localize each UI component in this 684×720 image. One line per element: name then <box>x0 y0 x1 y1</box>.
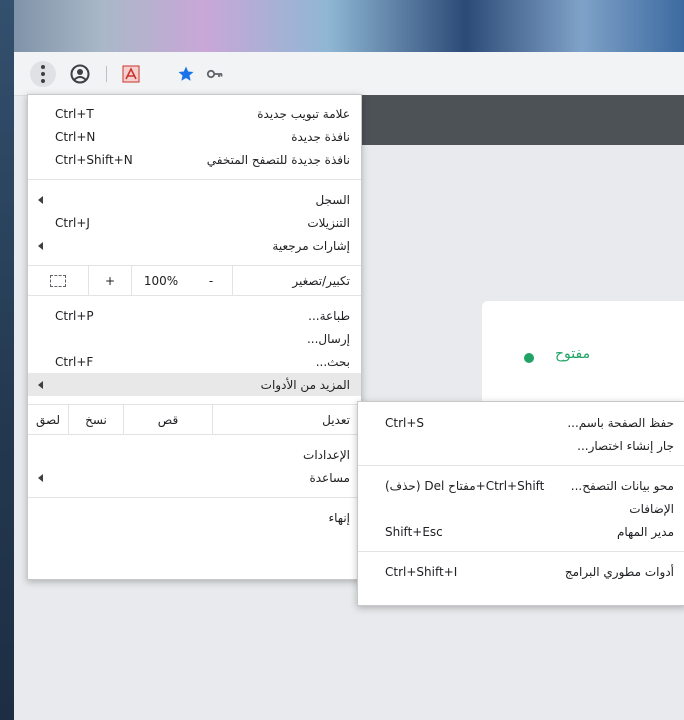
menu-item-create-shortcut[interactable]: جار إنشاء اختصار... <box>358 434 684 457</box>
menu-divider <box>28 295 361 296</box>
fullscreen-button[interactable] <box>28 266 89 295</box>
menu-divider <box>28 434 361 435</box>
menu-label: مدير المهام <box>616 524 674 539</box>
menu-label: الإعدادات <box>303 447 350 462</box>
bookmark-star-icon[interactable] <box>173 61 199 87</box>
menu-divider <box>28 179 361 180</box>
menu-item-cast[interactable]: إرسال... <box>28 327 361 350</box>
menu-divider <box>358 551 684 552</box>
shortcut: Ctrl+T <box>55 106 94 121</box>
menu-label: المزيد من الأدوات <box>260 377 350 392</box>
menu-label: إنهاء <box>328 510 350 525</box>
vertical-dots-icon[interactable] <box>30 61 56 87</box>
desktop-edge <box>0 0 14 720</box>
menu-item-exit[interactable]: إنهاء <box>28 506 361 529</box>
shortcut: Ctrl+Shift+N <box>55 152 133 167</box>
acrobat-pdf-icon[interactable] <box>118 61 144 87</box>
zoom-out-button[interactable]: - <box>190 266 233 295</box>
menu-item-new-tab[interactable]: Ctrl+T علامة تبويب جديدة <box>28 102 361 125</box>
menu-label: أدوات مطوري البرامج <box>564 564 674 579</box>
menu-label: إرسال... <box>306 331 350 346</box>
menu-item-print[interactable]: Ctrl+P طباعة... <box>28 304 361 327</box>
desktop-background <box>0 0 684 52</box>
menu-item-help[interactable]: مساعدة <box>28 466 361 489</box>
menu-item-more-tools[interactable]: المزيد من الأدوات <box>28 373 361 396</box>
status-label: مفتوح <box>555 346 591 362</box>
toolbar-divider <box>106 66 107 82</box>
menu-label: حفظ الصفحة باسم... <box>567 415 674 430</box>
submenu-arrow-icon <box>38 474 43 482</box>
copy-button[interactable]: نسخ <box>69 405 124 434</box>
account-circle-icon[interactable] <box>67 61 93 87</box>
menu-item-clear-data[interactable]: Ctrl+Shift+مفتاح Del (حذف) محو بيانات ال… <box>358 474 684 497</box>
browser-toolbar <box>14 52 684 96</box>
paste-button[interactable]: لصق <box>28 405 69 434</box>
menu-row-edit: لصق نسخ قص تعديل <box>28 405 361 434</box>
menu-label: تكبير/تصغير <box>292 273 350 288</box>
shortcut: Ctrl+Shift+I <box>385 564 458 579</box>
menu-label: طباعة... <box>308 308 350 323</box>
menu-item-downloads[interactable]: Ctrl+J التنزيلات <box>28 211 361 234</box>
menu-item-settings[interactable]: الإعدادات <box>28 443 361 466</box>
menu-label: نافذة جديدة للتصفح المتخفي <box>206 152 350 167</box>
cut-button[interactable]: قص <box>124 405 213 434</box>
menu-label: جار إنشاء اختصار... <box>577 438 674 453</box>
menu-label: التنزيلات <box>307 215 350 230</box>
menu-item-task-manager[interactable]: Shift+Esc مدير المهام <box>358 520 684 543</box>
menu-item-extensions[interactable]: الإضافات <box>358 497 684 520</box>
shortcut: Ctrl+F <box>55 354 94 369</box>
menu-divider <box>28 497 361 498</box>
shortcut: Ctrl+J <box>55 215 90 230</box>
submenu-arrow-icon <box>38 381 43 389</box>
submenu-arrow-icon <box>38 242 43 250</box>
browser-main-menu: Ctrl+T علامة تبويب جديدة Ctrl+N نافذة جد… <box>27 94 362 580</box>
menu-item-new-window[interactable]: Ctrl+N نافذة جديدة <box>28 125 361 148</box>
menu-label: علامة تبويب جديدة <box>257 106 350 121</box>
menu-label: الإضافات <box>629 501 674 516</box>
zoom-in-button[interactable]: + <box>89 266 132 295</box>
page-header-bar <box>345 95 684 145</box>
menu-label: تعديل <box>322 412 350 427</box>
menu-label: بحث... <box>315 354 350 369</box>
menu-label: مساعدة <box>309 470 350 485</box>
menu-row-zoom: + 100% - تكبير/تصغير <box>28 266 361 295</box>
shortcut: Ctrl+P <box>55 308 94 323</box>
menu-label: إشارات مرجعية <box>272 238 350 253</box>
menu-divider <box>358 465 684 466</box>
status-card: مفتوح <box>482 301 684 405</box>
menu-item-incognito[interactable]: Ctrl+Shift+N نافذة جديدة للتصفح المتخفي <box>28 148 361 171</box>
menu-label: نافذة جديدة <box>291 129 350 144</box>
shortcut: Ctrl+N <box>55 129 96 144</box>
menu-item-bookmarks[interactable]: إشارات مرجعية <box>28 234 361 257</box>
shortcut: Ctrl+Shift+مفتاح Del (حذف) <box>385 478 545 493</box>
menu-label: السجل <box>315 192 350 207</box>
menu-item-find[interactable]: Ctrl+F بحث... <box>28 350 361 373</box>
submenu-arrow-icon <box>38 196 43 204</box>
menu-item-save-page[interactable]: Ctrl+S حفظ الصفحة باسم... <box>358 411 684 434</box>
menu-label: محو بيانات التصفح... <box>570 478 674 493</box>
key-icon[interactable] <box>202 61 228 87</box>
menu-item-history[interactable]: السجل <box>28 188 361 211</box>
menu-item-devtools[interactable]: Ctrl+Shift+I أدوات مطوري البرامج <box>358 560 684 583</box>
status-dot <box>524 353 534 363</box>
fullscreen-icon <box>50 274 66 287</box>
zoom-level: 100% <box>143 273 179 288</box>
shortcut: Ctrl+S <box>385 415 425 430</box>
shortcut: Shift+Esc <box>385 524 443 539</box>
more-tools-submenu: Ctrl+S حفظ الصفحة باسم... جار إنشاء اختص… <box>357 401 684 606</box>
